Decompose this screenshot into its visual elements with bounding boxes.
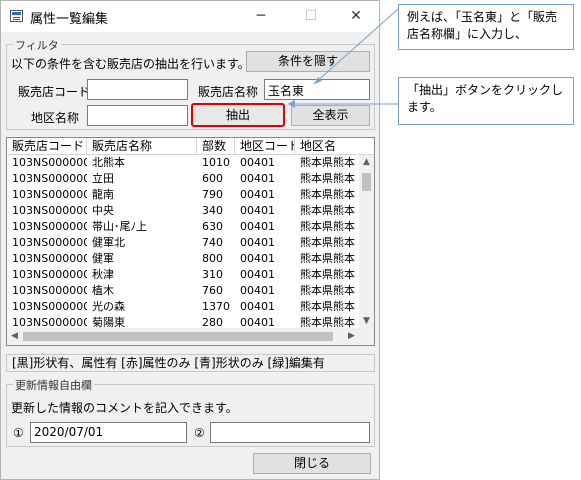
callout-arrows xyxy=(288,8,399,108)
callout-enter-store-name: 例えば、「玉名東」と「販売店名称欄」に入力し、 xyxy=(398,4,574,50)
callout-click-extract: 「抽出」ボタンをクリックします。 xyxy=(398,77,574,125)
